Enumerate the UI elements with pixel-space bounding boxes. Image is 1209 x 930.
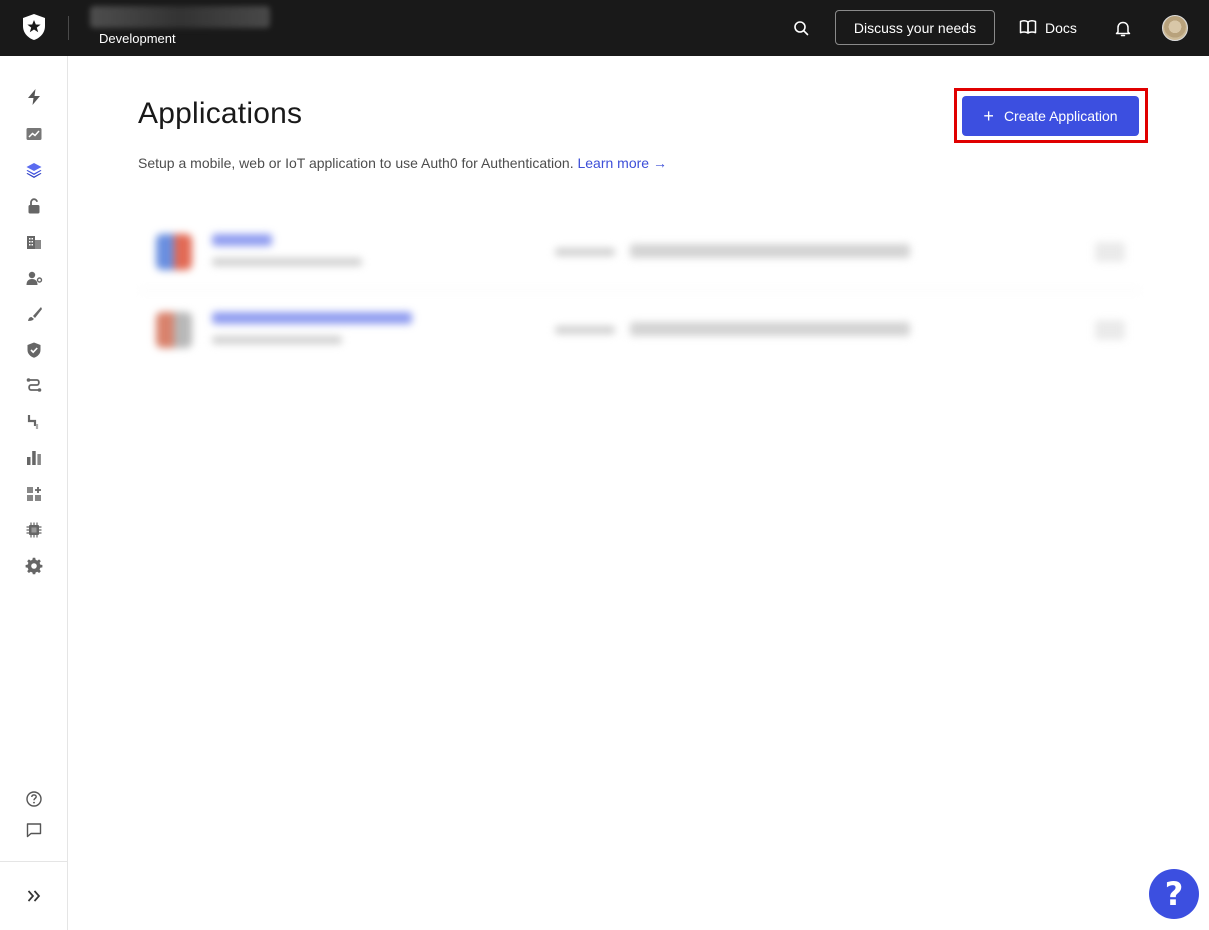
learn-more-link[interactable]: Learn more → <box>577 155 666 171</box>
row-menu-icon[interactable] <box>1095 320 1125 340</box>
extensions-chip-icon[interactable] <box>24 520 44 540</box>
application-type <box>212 258 362 266</box>
tenant-environment-label: Development <box>99 31 176 46</box>
create-application-button[interactable]: + Create Application <box>962 96 1139 136</box>
sidebar-divider <box>0 861 67 862</box>
discuss-your-needs-button[interactable]: Discuss your needs <box>835 10 995 45</box>
page-title: Applications <box>138 97 303 130</box>
left-sidebar <box>0 56 68 930</box>
plus-icon: + <box>983 106 994 126</box>
marketplace-icon[interactable] <box>24 484 44 504</box>
application-logo <box>156 312 192 348</box>
help-fab-button[interactable]: ? <box>1149 869 1199 919</box>
application-logo <box>156 234 192 270</box>
user-management-icon[interactable] <box>24 268 44 288</box>
actions-flow-icon[interactable] <box>24 376 44 396</box>
client-id-label <box>555 248 615 256</box>
user-avatar[interactable] <box>1162 15 1188 41</box>
branding-brush-icon[interactable] <box>24 304 44 324</box>
client-id-label <box>555 326 615 334</box>
create-application-label: Create Application <box>1003 108 1118 124</box>
client-id-value <box>630 244 910 258</box>
page-description: Setup a mobile, web or IoT application t… <box>138 155 667 171</box>
security-shield-icon[interactable] <box>24 340 44 360</box>
expand-chevrons-icon[interactable] <box>24 886 44 906</box>
organizations-building-icon[interactable] <box>24 232 44 252</box>
application-name[interactable] <box>212 234 272 246</box>
help-circle-icon[interactable] <box>24 789 44 809</box>
application-name[interactable] <box>212 312 412 324</box>
getting-started-lightning-icon[interactable] <box>24 87 44 107</box>
authentication-lock-icon[interactable] <box>24 196 44 216</box>
top-navigation-bar: Development Discuss your needs Docs <box>0 0 1209 56</box>
docs-label: Docs <box>1045 20 1077 36</box>
notifications-bell-icon[interactable] <box>1111 16 1135 40</box>
auth-pipeline-icon[interactable] <box>24 412 44 432</box>
tenant-name-redacted[interactable] <box>90 6 270 28</box>
row-menu-icon[interactable] <box>1095 242 1125 262</box>
feedback-chat-icon[interactable] <box>24 820 44 840</box>
search-icon[interactable] <box>789 16 813 40</box>
application-row[interactable] <box>130 290 1145 366</box>
application-row[interactable] <box>130 212 1145 288</box>
activity-chart-icon[interactable] <box>24 124 44 144</box>
page-description-text: Setup a mobile, web or IoT application t… <box>138 155 574 171</box>
auth0-logo-icon[interactable] <box>21 13 47 41</box>
monitoring-bars-icon[interactable] <box>24 448 44 468</box>
applications-stack-icon[interactable] <box>24 160 44 180</box>
header-divider <box>68 16 69 40</box>
docs-link[interactable]: Docs <box>1019 16 1077 40</box>
applications-list <box>130 212 1145 382</box>
book-icon <box>1019 19 1037 38</box>
client-id-value <box>630 322 910 336</box>
application-type <box>212 336 342 344</box>
settings-gear-icon[interactable] <box>24 556 44 576</box>
